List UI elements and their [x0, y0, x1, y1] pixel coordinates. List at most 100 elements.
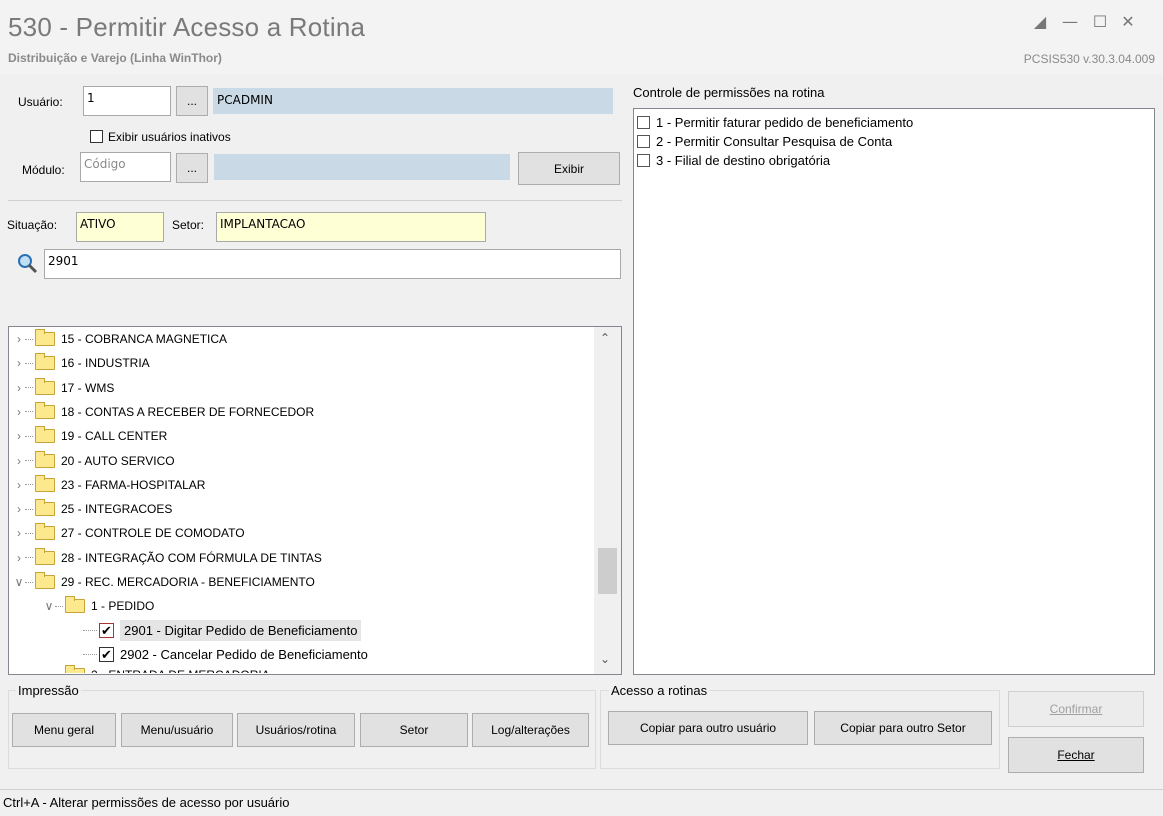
- exibir-inativos-checkbox[interactable]: [90, 130, 103, 143]
- folder-icon: [65, 596, 85, 614]
- exibir-button[interactable]: Exibir: [518, 152, 620, 185]
- tree-connector: [25, 338, 33, 340]
- modulo-code-field[interactable]: Código: [80, 152, 171, 182]
- folder-icon: [35, 401, 55, 419]
- acesso-title: Acesso a rotinas: [609, 683, 710, 698]
- folder-icon: [35, 523, 55, 541]
- tree-connector: [25, 387, 33, 389]
- routine-checkbox[interactable]: ✔: [99, 647, 114, 663]
- tree-module-row[interactable]: ∨ 29 - REC. MERCADORIA - BENEFICIAMENTO: [13, 570, 315, 594]
- permission-item[interactable]: 1 - Permitir faturar pedido de beneficia…: [637, 115, 913, 130]
- chevron-right-icon[interactable]: ›: [13, 332, 25, 346]
- impressao-button[interactable]: Menu geral: [12, 713, 116, 747]
- usuario-lookup-button[interactable]: ...: [176, 86, 208, 116]
- tree-item-label: 29 - REC. MERCADORIA - BENEFICIAMENTO: [61, 575, 315, 589]
- restore-icon[interactable]: ◢: [1027, 10, 1053, 34]
- copy-user-button[interactable]: Copiar para outro usuário: [608, 711, 808, 745]
- tree-connector: [25, 532, 33, 534]
- tree-module-row[interactable]: › 27 - CONTROLE DE COMODATO: [13, 521, 245, 545]
- permission-checkbox[interactable]: [637, 135, 650, 148]
- tree-module-row[interactable]: › 18 - CONTAS A RECEBER DE FORNECEDOR: [13, 400, 314, 424]
- divider: [8, 200, 622, 201]
- tree-module-row[interactable]: › 16 - INDUSTRIA: [13, 351, 150, 375]
- tree-connector: [25, 581, 33, 583]
- impressao-button[interactable]: Setor: [360, 713, 468, 747]
- tree-item-label: 23 - FARMA-HOSPITALAR: [61, 477, 206, 492]
- tree-module-row[interactable]: › 28 - INTEGRAÇÃO COM FÓRMULA DE TINTAS: [13, 546, 322, 570]
- tree-connector: [25, 508, 33, 510]
- folder-icon: [35, 572, 55, 589]
- chevron-right-icon[interactable]: ›: [43, 668, 55, 673]
- folder-icon: [35, 450, 55, 468]
- chevron-right-icon[interactable]: ›: [13, 526, 25, 540]
- scroll-down-icon[interactable]: ⌄: [600, 652, 610, 666]
- folder-icon: [35, 499, 55, 517]
- chevron-right-icon[interactable]: ›: [13, 356, 25, 370]
- tree-item-label: 15 - COBRANCA MAGNETICA: [61, 332, 228, 346]
- chevron-right-icon[interactable]: ›: [13, 429, 25, 443]
- tree-routine-row[interactable]: ✔ 2901 - Digitar Pedido de Beneficiamento: [83, 619, 362, 643]
- tree-connector: [25, 557, 33, 559]
- search-input[interactable]: 2901: [44, 249, 621, 279]
- routine-checkbox[interactable]: ✔: [99, 623, 114, 639]
- situacao-label: Situação:: [7, 218, 58, 232]
- chevron-right-icon[interactable]: ›: [13, 405, 25, 419]
- tree-module-row[interactable]: › 25 - INTEGRACOES: [13, 497, 172, 521]
- tree-connector: [83, 630, 97, 632]
- fechar-button[interactable]: Fechar: [1008, 737, 1144, 773]
- modulo-lookup-button[interactable]: ...: [176, 153, 208, 183]
- tree-item-label: 2902 - Cancelar Pedido de Beneficiamento: [120, 647, 368, 663]
- confirmar-button[interactable]: Confirmar: [1008, 691, 1144, 727]
- usuario-code-field[interactable]: 1: [83, 86, 171, 116]
- tree-module-row[interactable]: › 23 - FARMA-HOSPITALAR: [13, 473, 205, 497]
- tree-connector: [25, 460, 33, 461]
- chevron-right-icon[interactable]: ›: [13, 551, 25, 565]
- tree-scrollbar[interactable]: [594, 327, 621, 674]
- scroll-up-icon[interactable]: ⌃: [600, 331, 610, 345]
- setor-field: IMPLANTACAO: [216, 212, 486, 242]
- permission-label: 3 - Filial de destino obrigatória: [656, 153, 831, 168]
- tree-module-row[interactable]: › 15 - COBRANCA MAGNETICA: [13, 327, 227, 351]
- chevron-right-icon[interactable]: ›: [13, 478, 25, 492]
- setor-label: Setor:: [172, 218, 205, 232]
- search-icon[interactable]: [16, 252, 38, 274]
- chevron-right-icon[interactable]: ›: [13, 381, 25, 395]
- tree-submodule-row[interactable]: ∨ 1 - PEDIDO: [43, 594, 154, 618]
- tree-item-label: 20 - AUTO SERVICO: [61, 453, 175, 468]
- window-title: 530 - Permitir Acesso a Rotina: [8, 12, 366, 42]
- tree-submodule-row[interactable]: › 2 - ENTRADA DE MERCADORIA: [43, 663, 270, 673]
- impressao-button[interactable]: Menu/usuário: [121, 713, 233, 747]
- tree-item-label: 28 - INTEGRAÇÃO COM FÓRMULA DE TINTAS: [61, 550, 322, 565]
- tree-connector: [55, 605, 63, 607]
- permission-checkbox[interactable]: [637, 116, 650, 129]
- permission-item[interactable]: 2 - Permitir Consultar Pesquisa de Conta: [637, 134, 892, 149]
- chevron-down-icon[interactable]: ∨: [13, 575, 25, 589]
- impressao-button-label: Log/alterações: [491, 723, 570, 737]
- tree-module-row[interactable]: › 19 - CALL CENTER: [13, 424, 167, 448]
- permission-checkbox[interactable]: [637, 154, 650, 167]
- minimize-button[interactable]: —: [1057, 10, 1083, 34]
- tree-scroll-thumb[interactable]: [598, 548, 617, 594]
- chevron-right-icon[interactable]: ›: [13, 502, 25, 516]
- tree-module-row[interactable]: › 20 - AUTO SERVICO: [13, 449, 175, 473]
- impressao-button[interactable]: Log/alterações: [472, 713, 589, 747]
- copy-user-label: Copiar para outro usuário: [639, 721, 777, 735]
- exibir-inativos-label: Exibir usuários inativos: [108, 130, 231, 144]
- tree-item-label: 27 - CONTROLE DE COMODATO: [61, 526, 245, 541]
- version-label: PCSIS530 v.30.3.04.009: [1023, 52, 1155, 66]
- permission-label: 1 - Permitir faturar pedido de beneficia…: [656, 115, 914, 130]
- folder-icon: [35, 329, 55, 346]
- chevron-right-icon[interactable]: ›: [13, 454, 25, 468]
- close-button[interactable]: ✕: [1115, 10, 1141, 34]
- maximize-button[interactable]: ☐: [1087, 10, 1113, 34]
- tree-module-row[interactable]: › 17 - WMS: [13, 376, 114, 400]
- permission-item[interactable]: 3 - Filial de destino obrigatória: [637, 153, 830, 168]
- modulo-label: Módulo:: [22, 163, 65, 177]
- permissions-list[interactable]: [633, 108, 1155, 675]
- exibir-button-label: Exibir: [553, 161, 584, 176]
- impressao-button[interactable]: Usuários/rotina: [237, 713, 355, 747]
- tree-item-label: 17 - WMS: [61, 380, 115, 395]
- copy-setor-button[interactable]: Copiar para outro Setor: [814, 711, 992, 745]
- impressao-button-label: Setor: [399, 723, 429, 737]
- chevron-down-icon[interactable]: ∨: [43, 599, 55, 613]
